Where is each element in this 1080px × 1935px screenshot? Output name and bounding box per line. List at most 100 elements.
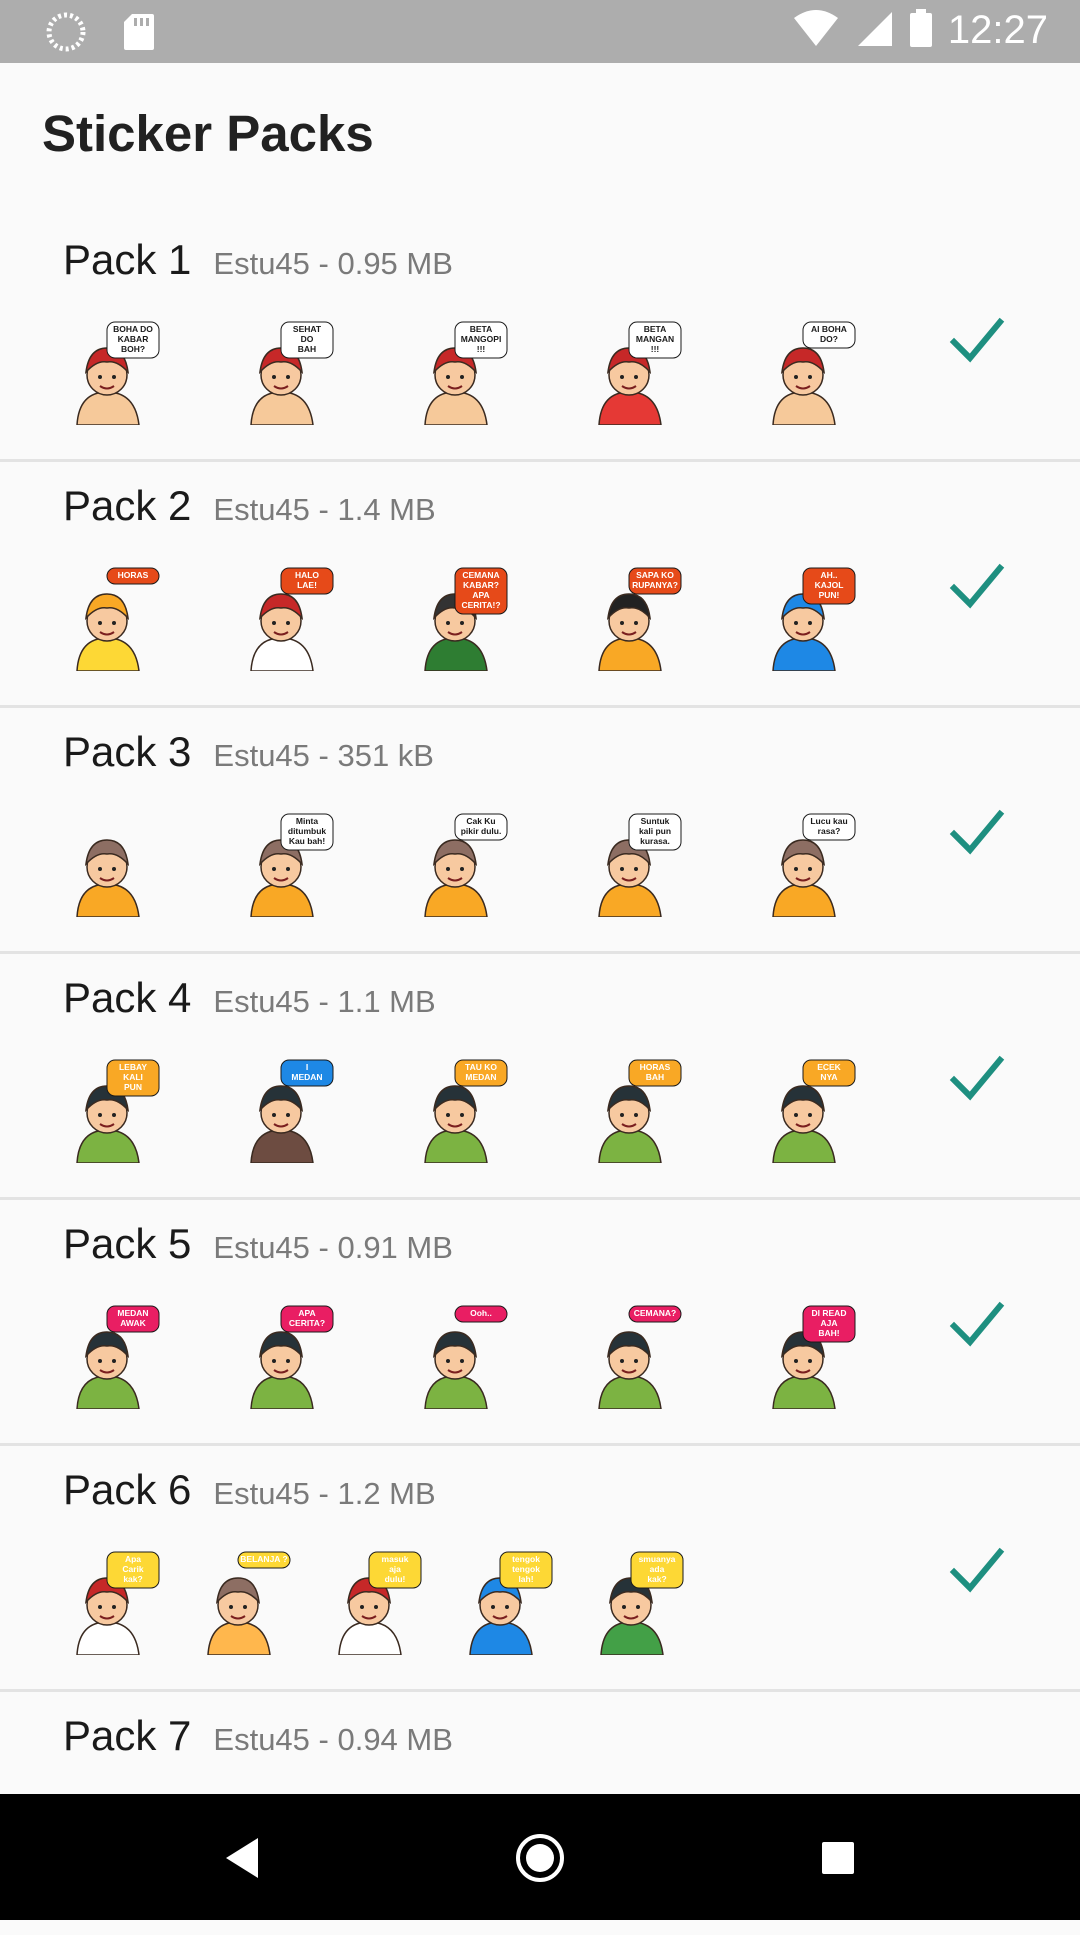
sticker-caption-line: ada — [650, 1564, 665, 1574]
sync-icon — [46, 12, 86, 57]
sticker-thumbnail: CEMANA? — [577, 1304, 682, 1410]
pack-name: Pack 5 — [63, 1220, 192, 1267]
sticker-caption-line: PUN! — [819, 590, 840, 600]
sticker-caption-line: CERITA? — [289, 1318, 325, 1328]
sticker-caption-line: Cak Ku — [466, 816, 495, 826]
sticker-caption-line: dulu! — [385, 1574, 406, 1584]
pack-meta: Estu45 - 0.95 MB — [213, 246, 453, 281]
pack-name: Pack 4 — [63, 974, 192, 1021]
sticker-thumbnail: Apa Carik kak? — [55, 1550, 160, 1656]
sticker-caption-line: MEDAN — [117, 1308, 148, 1318]
sticker-pack-row[interactable]: Pack 2 Estu45 - 1.4 MB HORAS HALO LAE! CEMANA… — [0, 462, 1080, 708]
sticker-caption-line: HALO — [295, 570, 319, 580]
sticker-caption-line: I — [306, 1062, 308, 1072]
sticker-caption-line: AJA — [820, 1318, 837, 1328]
pack-name: Pack 6 — [63, 1466, 192, 1513]
sticker-thumbnail: BETA MANGAN!!! — [577, 320, 682, 426]
pack-header: Pack 4 Estu45 - 1.1 MB — [63, 974, 436, 1022]
pack-header: Pack 7 Estu45 - 0.94 MB — [63, 1712, 453, 1760]
sticker-caption-line: Minta — [296, 816, 318, 826]
sticker-caption-line: lah! — [518, 1574, 533, 1584]
sticker-caption-line: masuk — [382, 1554, 409, 1564]
pack-meta: Estu45 - 351 kB — [213, 738, 434, 773]
sticker-caption-line: kak? — [647, 1574, 666, 1584]
sticker-caption-line: Suntuk — [641, 816, 670, 826]
sticker-thumbnail — [55, 812, 160, 918]
sticker-thumbnail: Minta ditumbuk Kau bah! — [229, 812, 334, 918]
sticker-caption-line: KABAR — [118, 334, 149, 344]
sticker-caption-line: PUN — [124, 1082, 142, 1092]
sticker-thumbnail: MEDAN AWAK — [55, 1304, 160, 1410]
sticker-thumbnail: HALO LAE! — [229, 566, 334, 672]
sticker-caption-line: MEDAN — [465, 1072, 496, 1082]
sticker-pack-row[interactable]: Pack 6 Estu45 - 1.2 MB Apa Carik kak? BELANJA… — [0, 1446, 1080, 1692]
sticker-caption-line: ditumbuk — [288, 826, 327, 836]
sticker-thumbnail: Ooh.. — [403, 1304, 508, 1410]
pack-name: Pack 3 — [63, 728, 192, 775]
page-title: Sticker Packs — [42, 105, 374, 162]
sticker-preview-strip: Apa Carik kak? BELANJA ? masuk aja dulu! tengok… — [55, 1550, 710, 1656]
pack-header: Pack 5 Estu45 - 0.91 MB — [63, 1220, 453, 1268]
pack-name: Pack 2 — [63, 482, 192, 529]
sticker-caption-line: MEDAN — [291, 1072, 322, 1082]
sticker-caption-line: RUPANYA? — [632, 580, 678, 590]
sticker-caption-line: BETA — [644, 324, 667, 334]
sticker-caption-line: !!! — [651, 344, 660, 354]
sticker-preview-strip: LEBAY KALI PUN I MEDAN TAU KO MEDAN HORAS BAH ECE… — [55, 1058, 925, 1164]
sticker-caption-line: BOH? — [121, 344, 145, 354]
sticker-preview-strip: HORAS HALO LAE! CEMANA KABAR? APA CERITA!? SAPA… — [55, 566, 925, 672]
sticker-thumbnail: AI BOHA DO? — [751, 320, 856, 426]
pack-header: Pack 3 Estu45 - 351 kB — [63, 728, 434, 776]
sticker-caption-line: APA — [298, 1308, 315, 1318]
battery-icon — [908, 8, 934, 53]
sticker-preview-strip: MEDAN AWAK APA CERITA? Ooh.. CEMANA? DI READ AJ… — [55, 1304, 925, 1410]
sticker-caption-line: NYA — [820, 1072, 837, 1082]
sticker-caption-line: rasa? — [818, 826, 841, 836]
sticker-pack-row[interactable]: Pack 5 Estu45 - 0.91 MB MEDAN AWAK APA CERITA… — [0, 1200, 1080, 1446]
sticker-caption-line: AH.. — [821, 570, 838, 580]
sticker-caption-line: AWAK — [120, 1318, 146, 1328]
added-check-icon — [948, 804, 1006, 862]
sticker-caption-line: KAJOL — [815, 580, 844, 590]
sticker-pack-row[interactable]: Pack 1 Estu45 - 0.95 MB BOHA DO KABAR BOH? SE… — [0, 216, 1080, 462]
sticker-caption-line: BAH! — [818, 1328, 839, 1338]
pack-list: Pack 1 Estu45 - 0.95 MB BOHA DO KABAR BOH? SE… — [0, 216, 1080, 1935]
sticker-caption-line: DO? — [820, 334, 838, 344]
added-check-icon — [948, 1296, 1006, 1354]
pack-meta: Estu45 - 1.2 MB — [213, 1476, 436, 1511]
sticker-thumbnail: tengok tengok lah! — [448, 1550, 553, 1656]
sticker-caption-line: kali pun — [639, 826, 671, 836]
sticker-caption-line: tengok — [512, 1564, 540, 1574]
sticker-caption-line: DI READ — [812, 1308, 847, 1318]
sd-card-icon — [122, 12, 156, 57]
added-check-icon — [948, 558, 1006, 616]
signal-icon — [854, 8, 894, 53]
sticker-preview-strip: BOHA DO KABAR BOH? SEHAT DO BAH BETA MANGOPI!!!… — [55, 320, 925, 426]
sticker-caption-line: BAH — [646, 1072, 664, 1082]
pack-meta: Estu45 - 1.1 MB — [213, 984, 436, 1019]
sticker-thumbnail: HORAS — [55, 566, 160, 672]
sticker-caption-line: LAE! — [297, 580, 317, 590]
sticker-thumbnail: ECEK NYA — [751, 1058, 856, 1164]
home-icon[interactable] — [508, 1826, 572, 1890]
sticker-pack-row[interactable]: Pack 4 Estu45 - 1.1 MB LEBAY KALI PUN I MEDAN T… — [0, 954, 1080, 1200]
sticker-caption-line: CERITA!? — [461, 600, 500, 610]
sticker-caption-line: aja — [389, 1564, 401, 1574]
added-check-icon — [948, 312, 1006, 370]
sticker-pack-row[interactable]: Pack 3 Estu45 - 351 kB Minta ditumbuk Kau ba… — [0, 708, 1080, 954]
sticker-caption-line: kak? — [123, 1574, 142, 1584]
sticker-thumbnail: I MEDAN — [229, 1058, 334, 1164]
back-icon[interactable] — [210, 1826, 274, 1890]
status-bar: 12:27 — [0, 0, 1080, 63]
wifi-icon — [792, 8, 840, 53]
clock: 12:27 — [947, 8, 1048, 52]
pack-meta: Estu45 - 0.91 MB — [213, 1230, 453, 1265]
sticker-thumbnail: Suntuk kali pun kurasa. — [577, 812, 682, 918]
sticker-caption-line: BETA — [470, 324, 493, 334]
sticker-caption-line: Apa — [125, 1554, 141, 1564]
sticker-caption-line: HORAS — [118, 570, 149, 580]
recents-icon[interactable] — [806, 1826, 870, 1890]
sticker-caption-line: BELANJA ? — [240, 1554, 287, 1564]
sticker-caption-line: CEMANA — [462, 570, 499, 580]
sticker-preview-strip: Minta ditumbuk Kau bah! Cak Ku pikir dulu. Su… — [55, 812, 925, 918]
